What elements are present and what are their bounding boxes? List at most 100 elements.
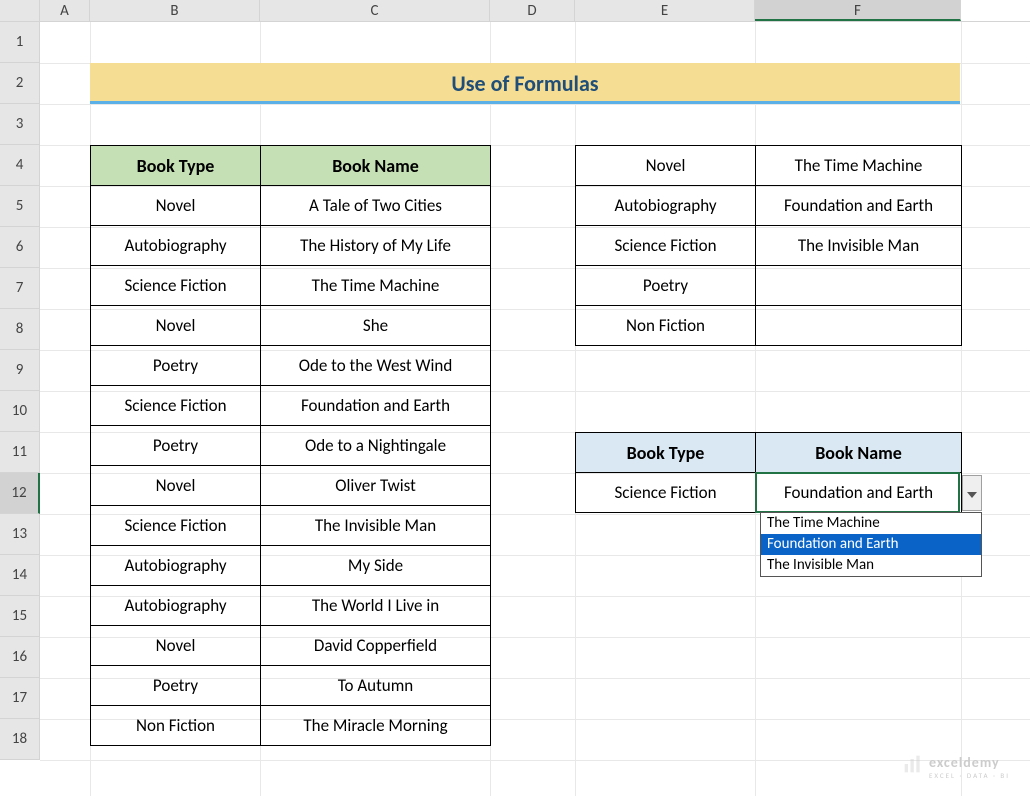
cell[interactable]: Ode to a Nightingale: [261, 426, 491, 466]
row-header-9[interactable]: 9: [0, 350, 40, 391]
col-header-B[interactable]: B: [90, 0, 260, 21]
cell[interactable]: The Time Machine: [261, 266, 491, 306]
cell[interactable]: The World I Live in: [261, 586, 491, 626]
cell[interactable]: Novel: [91, 186, 261, 226]
dropdown-item[interactable]: The Invisible Man: [761, 555, 981, 576]
cell[interactable]: Novel: [576, 146, 756, 186]
row-header-16[interactable]: 16: [0, 637, 40, 678]
col-header-F[interactable]: F: [755, 0, 961, 21]
cell[interactable]: The Time Machine: [756, 146, 962, 186]
header-book-name[interactable]: Book Name: [756, 433, 962, 473]
cell[interactable]: To Autumn: [261, 666, 491, 706]
cell[interactable]: The Invisible Man: [261, 506, 491, 546]
cell[interactable]: Novel: [91, 306, 261, 346]
cell[interactable]: Autobiography: [576, 186, 756, 226]
row-header-15[interactable]: 15: [0, 596, 40, 637]
table-row: Science Fiction Foundation and Earth: [576, 473, 962, 513]
table-row: Science FictionThe Invisible Man: [576, 226, 962, 266]
row-header-17[interactable]: 17: [0, 678, 40, 719]
spreadsheet-grid: A B C D E F 1 2 3 4 5 6 7 8 9 10 11 12 1…: [0, 0, 1030, 796]
header-book-name[interactable]: Book Name: [261, 146, 491, 186]
page-title: Use of Formulas: [90, 63, 960, 104]
table-row: PoetryOde to a Nightingale: [91, 426, 491, 466]
cell[interactable]: She: [261, 306, 491, 346]
table-row: Non Fiction: [576, 306, 962, 346]
cell[interactable]: The History of My Life: [261, 226, 491, 266]
table-header-row: Book Type Book Name: [576, 433, 962, 473]
table-row: NovelDavid Copperfield: [91, 626, 491, 666]
filter-type-cell[interactable]: Science Fiction: [576, 473, 756, 513]
table-row: PoetryOde to the West Wind: [91, 346, 491, 386]
table-row: NovelA Tale of Two Cities: [91, 186, 491, 226]
cell[interactable]: Poetry: [91, 666, 261, 706]
cell[interactable]: Science Fiction: [91, 386, 261, 426]
select-all-corner[interactable]: [0, 0, 40, 21]
table-row: Poetry: [576, 266, 962, 306]
lookup-table: NovelThe Time Machine AutobiographyFound…: [575, 145, 962, 346]
cell[interactable]: Foundation and Earth: [261, 386, 491, 426]
table-row: NovelThe Time Machine: [576, 146, 962, 186]
table-row: Science FictionFoundation and Earth: [91, 386, 491, 426]
cell[interactable]: Poetry: [91, 346, 261, 386]
cell[interactable]: David Copperfield: [261, 626, 491, 666]
row-header-6[interactable]: 6: [0, 227, 40, 268]
cell[interactable]: Non Fiction: [91, 706, 261, 746]
data-validation-dropdown-button[interactable]: [962, 475, 982, 511]
row-header-12[interactable]: 12: [0, 473, 40, 514]
cell[interactable]: Science Fiction: [91, 266, 261, 306]
table-row: AutobiographyMy Side: [91, 546, 491, 586]
table-row: NovelShe: [91, 306, 491, 346]
filter-table: Book Type Book Name Science Fiction Foun…: [575, 432, 962, 513]
row-header-11[interactable]: 11: [0, 432, 40, 473]
cell[interactable]: My Side: [261, 546, 491, 586]
data-validation-dropdown-list[interactable]: The Time Machine Foundation and Earth Th…: [760, 512, 982, 577]
cell[interactable]: Science Fiction: [576, 226, 756, 266]
col-header-C[interactable]: C: [260, 0, 490, 21]
table-row: Science FictionThe Invisible Man: [91, 506, 491, 546]
chevron-down-icon: [967, 484, 977, 503]
cell[interactable]: Poetry: [91, 426, 261, 466]
row-header-13[interactable]: 13: [0, 514, 40, 555]
watermark-text: exceldemy EXCEL · DATA · BI: [929, 754, 1010, 780]
row-header-3[interactable]: 3: [0, 104, 40, 145]
dropdown-item[interactable]: The Time Machine: [761, 513, 981, 534]
cell[interactable]: Novel: [91, 466, 261, 506]
header-book-type[interactable]: Book Type: [576, 433, 756, 473]
cell[interactable]: Oliver Twist: [261, 466, 491, 506]
filter-name-cell[interactable]: Foundation and Earth: [756, 473, 962, 513]
column-headers: A B C D E F: [0, 0, 1030, 22]
cell[interactable]: [756, 266, 962, 306]
cell[interactable]: Autobiography: [91, 546, 261, 586]
row-header-10[interactable]: 10: [0, 391, 40, 432]
cell[interactable]: Science Fiction: [91, 506, 261, 546]
cell[interactable]: The Invisible Man: [756, 226, 962, 266]
cell[interactable]: Novel: [91, 626, 261, 666]
cell[interactable]: The Miracle Morning: [261, 706, 491, 746]
watermark: exceldemy EXCEL · DATA · BI: [903, 754, 1010, 780]
row-header-18[interactable]: 18: [0, 719, 40, 760]
col-header-E[interactable]: E: [575, 0, 755, 21]
row-header-1[interactable]: 1: [0, 22, 40, 63]
cell[interactable]: A Tale of Two Cities: [261, 186, 491, 226]
books-table: Book Type Book Name NovelA Tale of Two C…: [90, 145, 491, 746]
table-row: NovelOliver Twist: [91, 466, 491, 506]
dropdown-item[interactable]: Foundation and Earth: [761, 534, 981, 555]
row-header-7[interactable]: 7: [0, 268, 40, 309]
cell[interactable]: [756, 306, 962, 346]
cell[interactable]: Foundation and Earth: [756, 186, 962, 226]
col-header-A[interactable]: A: [40, 0, 90, 21]
row-header-2[interactable]: 2: [0, 63, 40, 104]
cell[interactable]: Autobiography: [91, 586, 261, 626]
row-header-4[interactable]: 4: [0, 145, 40, 186]
row-header-8[interactable]: 8: [0, 309, 40, 350]
table-row: AutobiographyFoundation and Earth: [576, 186, 962, 226]
cell[interactable]: Autobiography: [91, 226, 261, 266]
row-header-5[interactable]: 5: [0, 186, 40, 227]
cell[interactable]: Ode to the West Wind: [261, 346, 491, 386]
col-header-D[interactable]: D: [490, 0, 575, 21]
cell[interactable]: Poetry: [576, 266, 756, 306]
header-book-type[interactable]: Book Type: [91, 146, 261, 186]
cell[interactable]: Non Fiction: [576, 306, 756, 346]
row-header-14[interactable]: 14: [0, 555, 40, 596]
table-row: AutobiographyThe World I Live in: [91, 586, 491, 626]
